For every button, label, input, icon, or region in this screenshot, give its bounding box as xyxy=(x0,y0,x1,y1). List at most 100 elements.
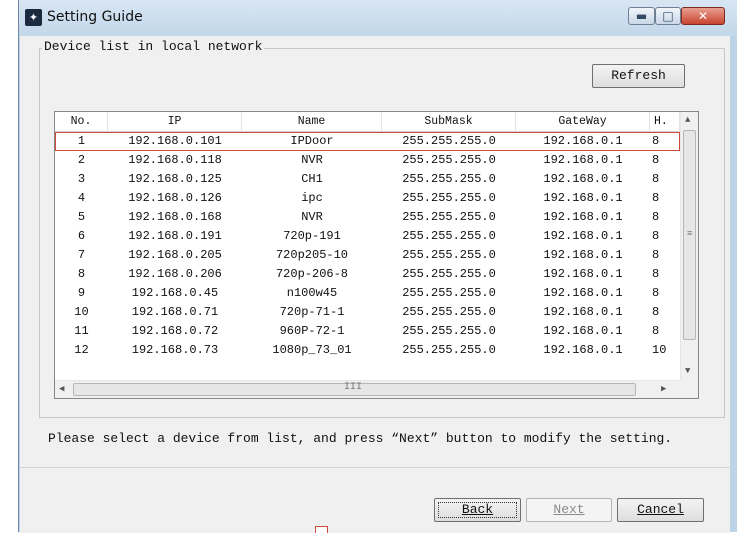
cell-gateway: 192.168.0.1 xyxy=(543,172,623,186)
table-row[interactable]: 5 192.168.0.168 NVR 255.255.255.0 192.168.0.… xyxy=(55,208,680,227)
cell-no: 5 xyxy=(77,210,86,224)
column-header-ip[interactable]: IP xyxy=(108,112,242,131)
cell-name: 720p205-10 xyxy=(275,248,348,262)
cell-submask: 255.255.255.0 xyxy=(402,153,496,167)
cell-ip: 192.168.0.205 xyxy=(128,248,222,262)
maximize-icon: □ xyxy=(662,9,674,23)
cell-submask: 255.255.255.0 xyxy=(402,267,496,281)
cell-no: 12 xyxy=(74,343,89,357)
cell-no: 2 xyxy=(77,153,86,167)
cell-no: 7 xyxy=(77,248,86,262)
cell-ip: 192.168.0.45 xyxy=(131,286,219,300)
cell-submask: 255.255.255.0 xyxy=(402,324,496,338)
vertical-scroll-thumb[interactable]: ≡ xyxy=(683,130,696,340)
cell-h: 8 xyxy=(652,134,660,148)
cell-no: 1 xyxy=(77,134,86,148)
cell-submask: 255.255.255.0 xyxy=(402,134,496,148)
cell-gateway: 192.168.0.1 xyxy=(543,153,623,167)
refresh-button[interactable]: Refresh xyxy=(592,64,685,88)
column-header-name[interactable]: Name xyxy=(242,112,382,131)
cell-name: IPDoor xyxy=(290,134,334,148)
scroll-left-icon[interactable]: ◀ xyxy=(59,384,64,394)
cell-name: 720p-206-8 xyxy=(275,267,348,281)
device-table: No. IP Name SubMask GateWay H. 1 192.168.… xyxy=(54,111,699,399)
window-title: Setting Guide xyxy=(47,9,143,25)
table-row[interactable]: 10 192.168.0.71 720p-71-1 255.255.255.0 192.… xyxy=(55,303,680,322)
horizontal-scroll-thumb[interactable]: III xyxy=(73,382,636,396)
cell-submask: 255.255.255.0 xyxy=(402,248,496,262)
column-header-gateway[interactable]: GateWay xyxy=(516,112,650,131)
cell-gateway: 192.168.0.1 xyxy=(543,210,623,224)
cell-submask: 255.255.255.0 xyxy=(402,229,496,243)
table-row[interactable]: 11 192.168.0.72 960P-72-1 255.255.255.0 192.… xyxy=(55,322,680,341)
cell-gateway: 192.168.0.1 xyxy=(543,286,623,300)
scroll-up-icon[interactable]: ▲ xyxy=(685,115,690,125)
table-row[interactable]: 2 192.168.0.118 NVR 255.255.255.0 192.168.0.… xyxy=(55,151,680,170)
back-button[interactable]: Back xyxy=(434,498,521,522)
device-list-group-label: Device list in local network xyxy=(42,39,265,54)
instruction-text: Please select a device from list, and pr… xyxy=(48,431,673,446)
cell-no: 9 xyxy=(77,286,86,300)
cell-ip: 192.168.0.168 xyxy=(128,210,222,224)
button-bar: Back Next Cancel xyxy=(20,467,730,533)
column-header-submask[interactable]: SubMask xyxy=(382,112,516,131)
cell-name: NVR xyxy=(301,153,323,167)
cell-gateway: 192.168.0.1 xyxy=(543,134,623,148)
table-row[interactable]: 12 192.168.0.73 1080p_73_01 255.255.255.0 19… xyxy=(55,341,680,360)
table-header: No. IP Name SubMask GateWay H. xyxy=(55,112,680,132)
table-row[interactable]: 6 192.168.0.191 720p-191 255.255.255.0 192.1… xyxy=(55,227,680,246)
table-row[interactable]: 9 192.168.0.45 n100w45 255.255.255.0 192.168… xyxy=(55,284,680,303)
scrollbar-corner xyxy=(680,380,698,398)
cell-name: 720p-191 xyxy=(283,229,341,243)
cell-ip: 192.168.0.72 xyxy=(131,324,219,338)
scroll-down-icon[interactable]: ▼ xyxy=(685,366,690,376)
table-row[interactable]: 3 192.168.0.125 CH1 255.255.255.0 192.168.0.… xyxy=(55,170,680,189)
maximize-button[interactable]: □ xyxy=(655,7,681,25)
cell-gateway: 192.168.0.1 xyxy=(543,191,623,205)
cell-submask: 255.255.255.0 xyxy=(402,305,496,319)
cell-h: 8 xyxy=(652,305,660,319)
cell-gateway: 192.168.0.1 xyxy=(543,229,623,243)
cell-h: 8 xyxy=(652,191,660,205)
cell-ip: 192.168.0.191 xyxy=(128,229,222,243)
table-row[interactable]: 4 192.168.0.126 ipc 255.255.255.0 192.168.0.… xyxy=(55,189,680,208)
cell-ip: 192.168.0.126 xyxy=(128,191,222,205)
horizontal-scrollbar[interactable]: ◀ III ▶ xyxy=(55,380,680,398)
cell-no: 3 xyxy=(77,172,86,186)
cell-submask: 255.255.255.0 xyxy=(402,343,496,357)
cell-name: NVR xyxy=(301,210,323,224)
cell-name: CH1 xyxy=(301,172,323,186)
table-row[interactable]: 8 192.168.0.206 720p-206-8 255.255.255.0 192… xyxy=(55,265,680,284)
grip-icon: ≡ xyxy=(687,229,693,239)
cell-submask: 255.255.255.0 xyxy=(402,286,496,300)
column-header-no[interactable]: No. xyxy=(55,112,108,131)
cell-h: 8 xyxy=(652,324,660,338)
dialog-client-area: Device list in local network Refresh No.… xyxy=(20,36,730,496)
cell-gateway: 192.168.0.1 xyxy=(543,305,623,319)
close-button[interactable]: ✕ xyxy=(681,7,725,25)
cancel-button-label: Cancel xyxy=(637,502,684,517)
cancel-button[interactable]: Cancel xyxy=(617,498,704,522)
table-row[interactable]: 1 192.168.0.101 IPDoor 255.255.255.0 192.168… xyxy=(55,132,680,151)
cell-h: 8 xyxy=(652,229,660,243)
minimize-button[interactable]: ▬ xyxy=(628,7,655,25)
vertical-scrollbar[interactable]: ▲ ≡ ▼ xyxy=(680,112,698,380)
cell-no: 4 xyxy=(77,191,86,205)
cell-no: 11 xyxy=(74,324,89,338)
cell-submask: 255.255.255.0 xyxy=(402,210,496,224)
cell-no: 10 xyxy=(74,305,89,319)
cell-ip: 192.168.0.101 xyxy=(128,134,222,148)
column-header-h[interactable]: H. xyxy=(650,112,680,131)
cell-ip: 192.168.0.206 xyxy=(128,267,222,281)
grip-icon: III xyxy=(344,382,363,393)
next-button[interactable]: Next xyxy=(526,498,612,522)
cell-gateway: 192.168.0.1 xyxy=(543,267,623,281)
cell-name: 960P-72-1 xyxy=(279,324,345,338)
cell-submask: 255.255.255.0 xyxy=(402,191,496,205)
scroll-right-icon[interactable]: ▶ xyxy=(661,384,666,394)
setting-guide-window: ✦ Setting Guide ▬ □ ✕ Device list in loc… xyxy=(18,0,737,533)
table-row[interactable]: 7 192.168.0.205 720p205-10 255.255.255.0 192… xyxy=(55,246,680,265)
cell-no: 6 xyxy=(77,229,86,243)
cell-h: 10 xyxy=(652,343,667,357)
cell-no: 8 xyxy=(77,267,86,281)
